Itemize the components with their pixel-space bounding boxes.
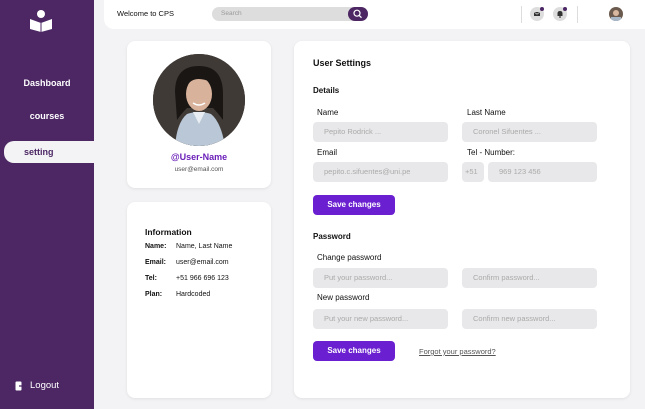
information-card: Information Name: Name, Last Name Email:… (127, 202, 271, 398)
email-label: Email (317, 148, 338, 157)
new-password-field[interactable]: Put your new password... (313, 309, 448, 329)
tel-field[interactable]: 969 123 456 (488, 162, 597, 182)
profile-username: @User-Name (170, 152, 228, 162)
email-field[interactable]: pepito.c.sifuentes@uni.pe (313, 162, 448, 182)
info-label-tel: Tel: (145, 275, 157, 282)
logo-icon (27, 9, 55, 33)
divider (521, 6, 522, 23)
confirm-password-field[interactable]: Confirm password... (462, 268, 597, 288)
settings-title: User Settings (313, 58, 372, 68)
profile-card: @User-Name user@email.com (127, 41, 271, 188)
info-label-email: Email: (145, 259, 167, 266)
logout-icon (15, 381, 25, 390)
forgot-password-link[interactable]: Forgot your password? (419, 347, 496, 356)
person-photo-icon (153, 54, 245, 146)
save-details-button[interactable]: Save changes (313, 195, 395, 215)
last-name-field[interactable]: Coronel Sifuentes ... (462, 122, 597, 142)
sidebar-item-courses[interactable]: courses (0, 111, 94, 121)
search-button[interactable] (348, 7, 368, 21)
info-value-tel: +51 966 696 123 (176, 275, 229, 282)
details-heading: Details (313, 86, 340, 95)
info-value-plan: Hardcoded (176, 291, 211, 298)
logout-button[interactable]: Logout (15, 380, 59, 391)
settings-card: User Settings Details Name Pepito Rodric… (294, 41, 630, 398)
top-bar: Welcome to CPS Search (104, 0, 645, 29)
info-label-name: Name: (145, 243, 167, 250)
search-icon (353, 9, 362, 19)
sidebar-item-dashboard[interactable]: Dashboard (0, 78, 94, 88)
avatar-icon (611, 10, 621, 21)
mail-button[interactable] (530, 7, 544, 21)
information-title: Information (145, 227, 192, 237)
info-value-email: user@email.com (176, 259, 229, 266)
tel-prefix-field[interactable]: +51 (462, 162, 484, 182)
password-heading: Password (313, 232, 351, 241)
new-password-label: New password (317, 293, 370, 302)
save-password-button[interactable]: Save changes (313, 341, 395, 361)
last-name-label: Last Name (467, 108, 506, 117)
info-label-plan: Plan: (145, 291, 163, 298)
sidebar-item-setting[interactable]: setting (4, 141, 94, 163)
sidebar: Dashboard courses setting Logout (0, 0, 94, 409)
current-password-field[interactable]: Put your password... (313, 268, 448, 288)
profile-email: user@email.com (174, 166, 224, 173)
welcome-text: Welcome to CPS (117, 9, 174, 18)
profile-photo (153, 54, 245, 146)
divider (577, 6, 578, 23)
info-value-name: Name, Last Name (176, 243, 233, 250)
name-field[interactable]: Pepito Rodrick ... (313, 122, 448, 142)
tel-label: Tel - Number: (467, 148, 516, 157)
search-input[interactable]: Search (221, 10, 242, 17)
notification-dot (540, 7, 544, 11)
confirm-new-password-field[interactable]: Confirm new password... (462, 309, 597, 329)
search-bar[interactable]: Search (212, 7, 368, 21)
user-avatar[interactable] (609, 7, 623, 21)
notifications-button[interactable] (553, 7, 567, 21)
notification-dot (563, 7, 567, 11)
change-password-label: Change password (317, 253, 382, 262)
logout-label: Logout (30, 380, 60, 391)
name-label: Name (317, 108, 339, 117)
